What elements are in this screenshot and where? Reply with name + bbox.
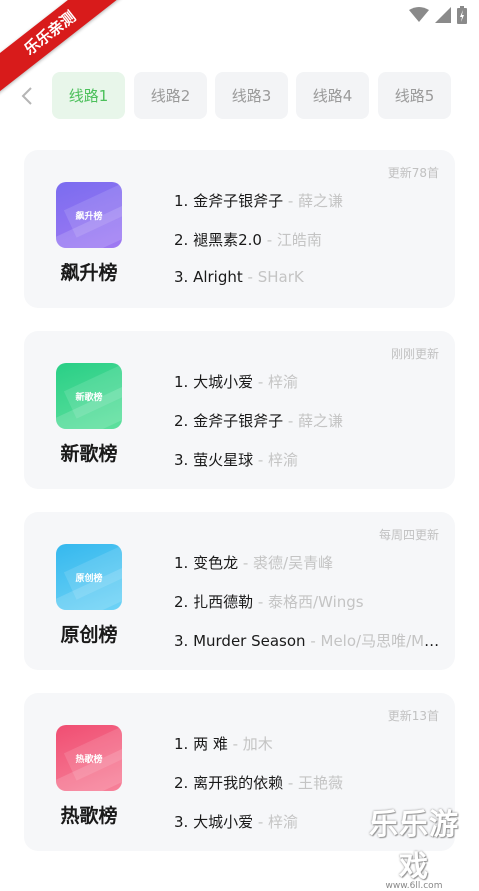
song-list: 1. 大城小爱 - 梓渝 2. 金斧子银斧子 - 薛之谦 3. 萤火星球 - 梓… [174, 371, 446, 488]
watermark-logo: 乐乐游戏 www.6ll.com [368, 807, 459, 891]
song-item[interactable]: 1. 金斧子银斧子 - 薛之谦 [174, 190, 446, 229]
song-item[interactable]: 3. Alright - SHarK [174, 268, 446, 307]
status-icons [409, 6, 467, 24]
update-status: 更新78首 [387, 166, 439, 180]
song-item[interactable]: 2. 金斧子银斧子 - 薛之谦 [174, 410, 446, 449]
song-item[interactable]: 1. 大城小爱 - 梓渝 [174, 371, 446, 410]
chart-cover: 飙升榜 [56, 182, 122, 248]
chart-card-soaring[interactable]: 更新78首 飙升榜 飙升榜 1. 金斧子银斧子 - 薛之谦 2. 褪黑素2.0 … [24, 150, 455, 308]
song-item[interactable]: 2. 褪黑素2.0 - 江皓南 [174, 229, 446, 268]
signal-icon [435, 7, 451, 23]
chart-name: 原创榜 [60, 624, 118, 646]
chart-cover: 新歌榜 [56, 363, 122, 429]
chart-cover: 热歌榜 [56, 725, 122, 791]
chart-card-new[interactable]: 刚刚更新 新歌榜 新歌榜 1. 大城小爱 - 梓渝 2. 金斧子银斧子 - 薛之… [24, 331, 455, 489]
chart-name: 新歌榜 [60, 443, 118, 465]
chart-name: 热歌榜 [60, 805, 118, 827]
chart-card-original[interactable]: 每周四更新 原创榜 原创榜 1. 变色龙 - 裘德/吴青峰 2. 扎西德勒 - … [24, 512, 455, 670]
tab-line-1[interactable]: 线路1 [52, 72, 125, 119]
chart-name: 飙升榜 [60, 262, 118, 284]
tab-line-2[interactable]: 线路2 [134, 72, 207, 119]
back-arrow-icon[interactable] [16, 84, 38, 108]
wifi-icon [409, 7, 429, 22]
song-item[interactable]: 3. Murder Season - Melo/马思唯/Men... [174, 630, 446, 669]
update-status: 刚刚更新 [390, 347, 439, 361]
song-item[interactable]: 2. 扎西德勒 - 泰格西/Wings [174, 591, 446, 630]
tab-line-4[interactable]: 线路4 [296, 72, 369, 119]
tab-line-5[interactable]: 线路5 [378, 72, 451, 119]
battery-icon [457, 6, 467, 24]
chart-cover: 原创榜 [56, 544, 122, 610]
song-item[interactable]: 3. 萤火星球 - 梓渝 [174, 449, 446, 488]
song-list: 1. 变色龙 - 裘德/吴青峰 2. 扎西德勒 - 泰格西/Wings 3. M… [174, 552, 446, 669]
song-list: 1. 金斧子银斧子 - 薛之谦 2. 褪黑素2.0 - 江皓南 3. Alrig… [174, 190, 446, 307]
song-item[interactable]: 1. 变色龙 - 裘德/吴青峰 [174, 552, 446, 591]
update-status: 每周四更新 [378, 528, 439, 542]
line-tabs: 线路1 线路2 线路3 线路4 线路5 [0, 72, 479, 120]
song-item[interactable]: 1. 两 难 - 加木 [174, 733, 446, 772]
update-status: 更新13首 [387, 709, 439, 723]
tab-line-3[interactable]: 线路3 [215, 72, 288, 119]
